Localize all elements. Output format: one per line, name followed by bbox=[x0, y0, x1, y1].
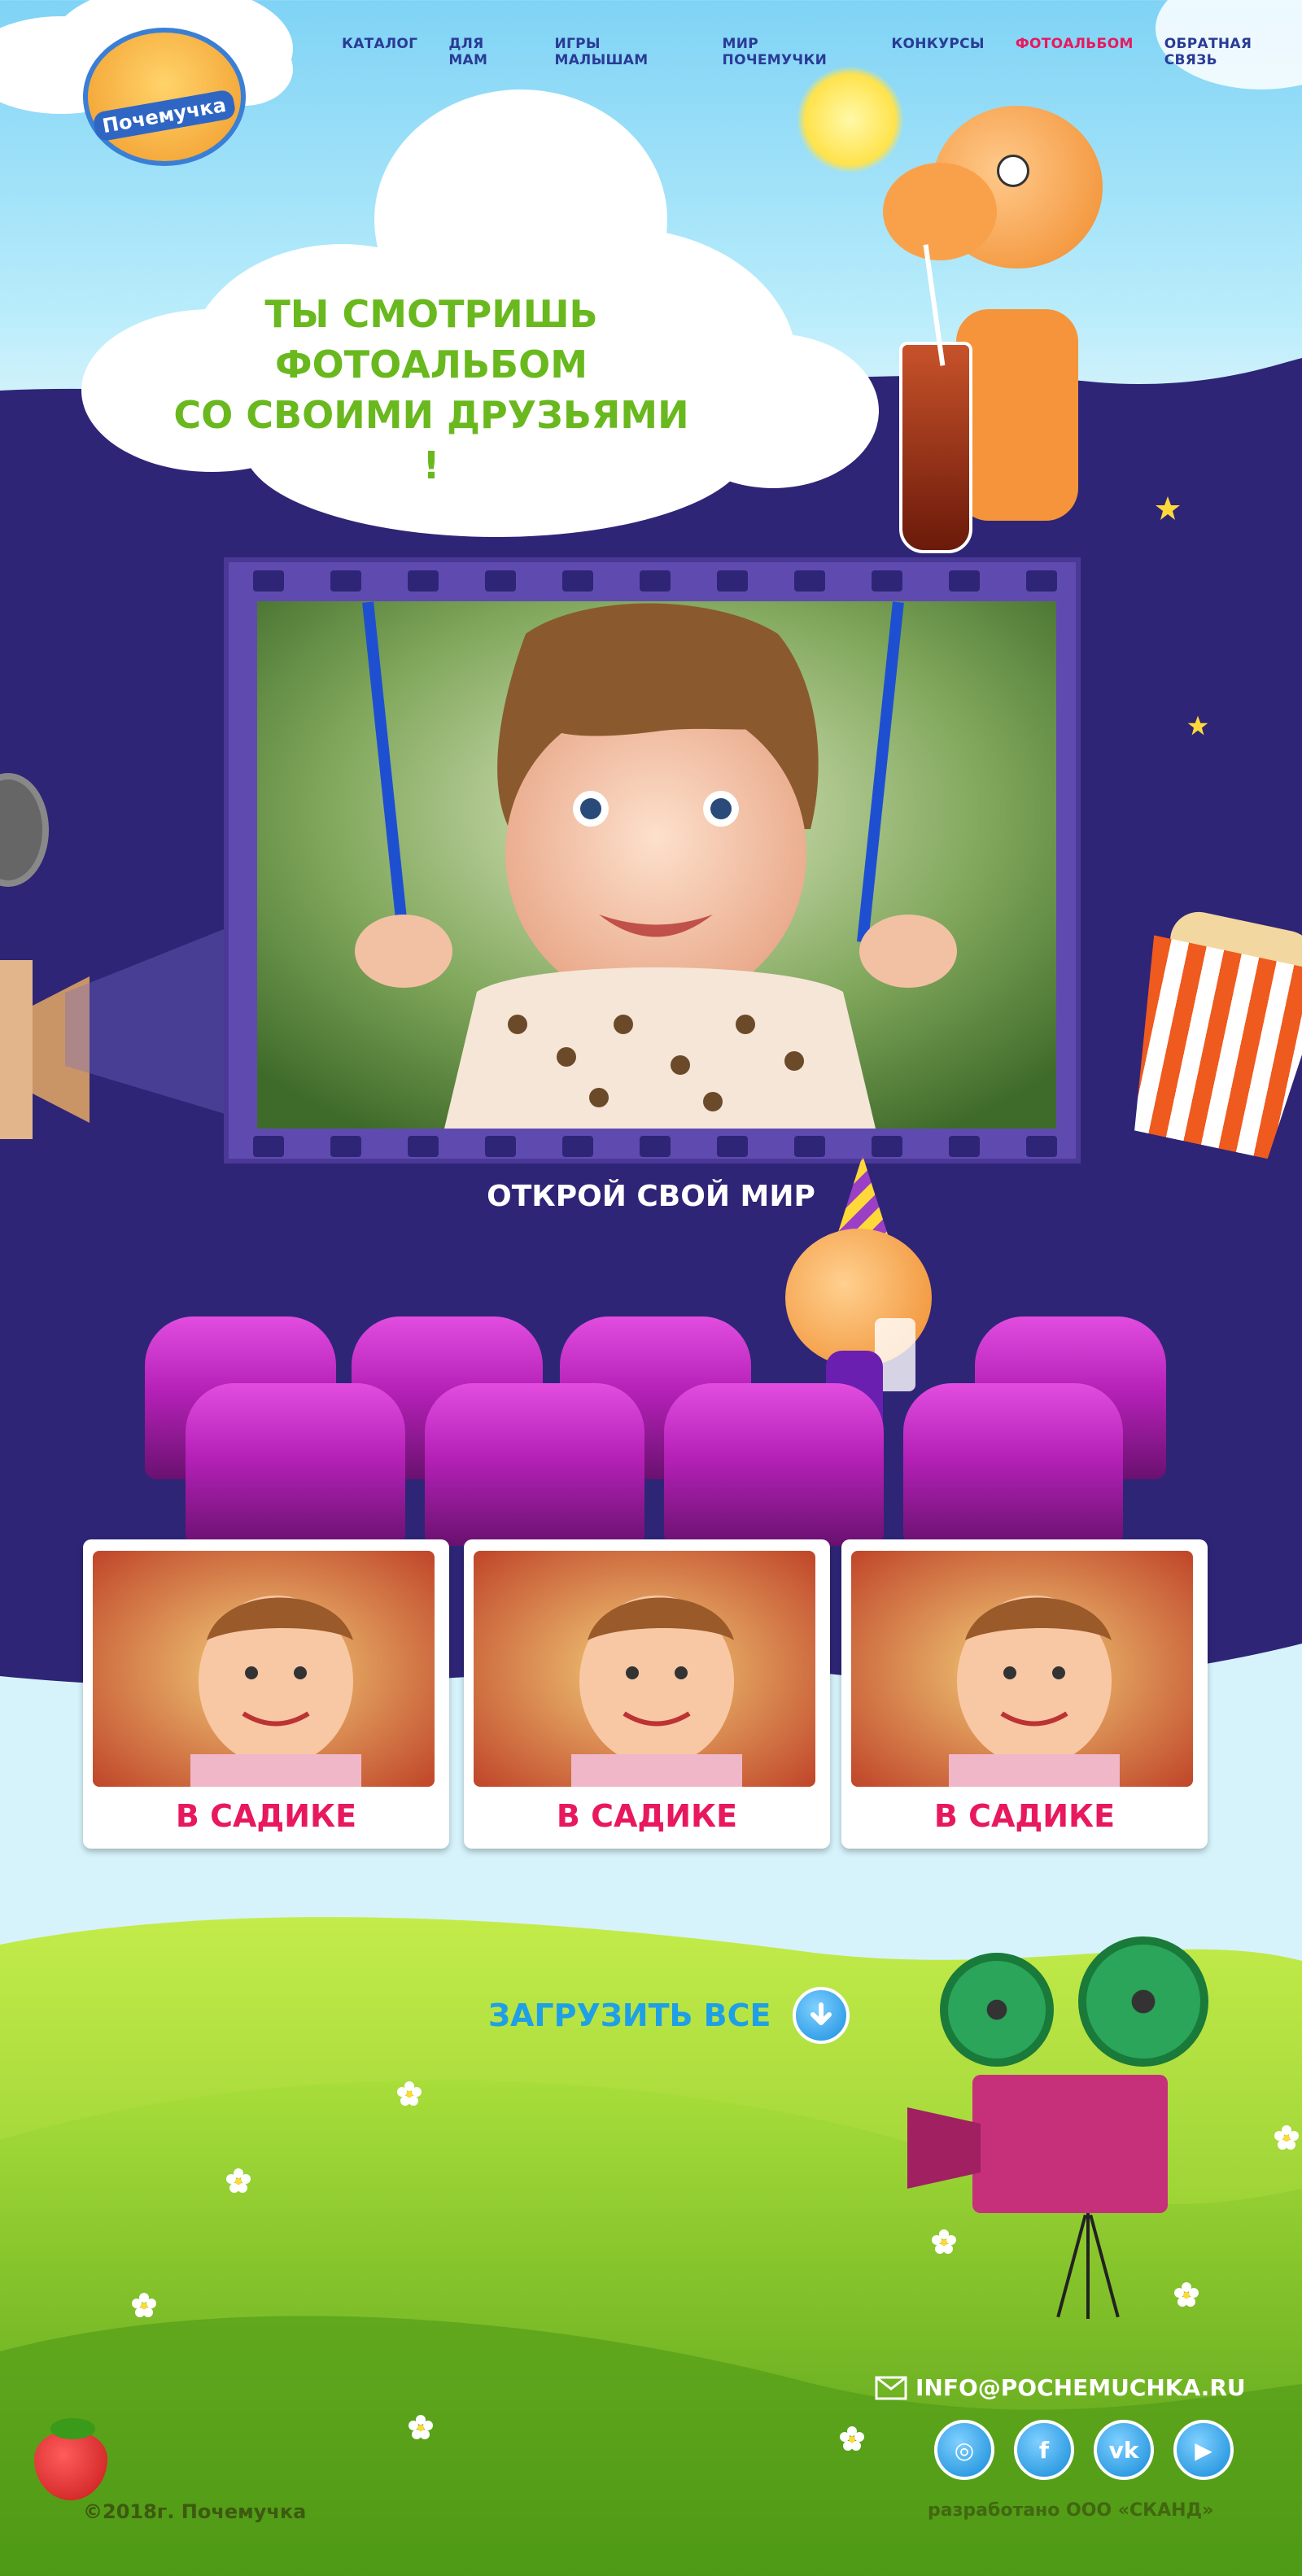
load-all-button[interactable]: ЗАГРУЗИТЬ ВСЕ bbox=[488, 1987, 850, 2044]
vk-icon[interactable]: vk bbox=[1094, 2420, 1154, 2480]
film-sprocket bbox=[1026, 1136, 1057, 1157]
film-sprocket bbox=[640, 570, 671, 592]
mascot-horse-drink bbox=[883, 106, 1127, 578]
film-sprocket bbox=[253, 570, 284, 592]
nav-item-world[interactable]: МИР ПОЧЕМУЧКИ bbox=[723, 36, 861, 68]
nav-item-contests[interactable]: КОНКУРСЫ bbox=[891, 36, 985, 68]
flower-icon bbox=[409, 2415, 433, 2439]
hero-title-line2: СО СВОИМИ ДРУЗЬЯМИ ! bbox=[173, 393, 689, 487]
star-icon bbox=[1187, 715, 1208, 736]
film-sprocket bbox=[330, 1136, 361, 1157]
flower-icon bbox=[397, 2081, 422, 2106]
social-links: ◎ f vk ▶ bbox=[934, 2420, 1234, 2480]
copyright-text: ©2018г. Почемучка bbox=[83, 2500, 307, 2523]
nav-item-feedback[interactable]: ОБРАТНАЯ СВЯЗЬ bbox=[1164, 36, 1302, 68]
film-sprocket bbox=[330, 570, 361, 592]
flower-icon bbox=[132, 2293, 156, 2317]
photo-card-image[interactable] bbox=[93, 1551, 435, 1787]
main-nav: КАТАЛОГ ДЛЯ МАМ ИГРЫ МАЛЫШАМ МИР ПОЧЕМУЧ… bbox=[342, 36, 1302, 68]
film-sprocket bbox=[253, 1136, 284, 1157]
film-sprocket bbox=[562, 570, 593, 592]
hero-title: ТЫ СМОТРИШЬ ФОТОАЛЬБОМ СО СВОИМИ ДРУЗЬЯМ… bbox=[163, 289, 700, 491]
film-sprocket bbox=[408, 570, 439, 592]
youtube-icon[interactable]: ▶ bbox=[1173, 2420, 1234, 2480]
download-arrow-icon[interactable] bbox=[792, 1987, 850, 2044]
moon-icon bbox=[1147, 513, 1288, 670]
flower-icon bbox=[840, 2426, 864, 2451]
load-all-label: ЗАГРУЗИТЬ ВСЕ bbox=[488, 1997, 771, 2033]
photo-card-image[interactable] bbox=[851, 1551, 1193, 1787]
photo-card-caption: В САДИКЕ bbox=[556, 1798, 738, 1834]
film-sprocket bbox=[717, 570, 748, 592]
developer-credit[interactable]: разработано ООО «СКАНД» bbox=[928, 2500, 1213, 2521]
film-sprocket bbox=[485, 1136, 516, 1157]
logo[interactable]: Почемучка bbox=[33, 16, 293, 166]
mascot-party-hat bbox=[777, 1155, 940, 1546]
film-sprocket bbox=[872, 1136, 902, 1157]
nav-item-for-moms[interactable]: ДЛЯ МАМ bbox=[448, 36, 523, 68]
film-sprocket bbox=[949, 1136, 980, 1157]
email-text: INFO@POCHEMUCHKA.RU bbox=[915, 2374, 1246, 2401]
movie-camera bbox=[899, 1936, 1208, 2327]
nav-item-games[interactable]: ИГРЫ МАЛЫШАМ bbox=[554, 36, 691, 68]
film-sprocket bbox=[485, 570, 516, 592]
instagram-icon[interactable]: ◎ bbox=[934, 2420, 994, 2480]
nav-item-photoalbum[interactable]: ФОТОАЛЬБОМ bbox=[1016, 36, 1134, 68]
film-sprocket bbox=[562, 1136, 593, 1157]
photo-card[interactable]: В САДИКЕ bbox=[464, 1539, 830, 1849]
photo-card[interactable]: В САДИКЕ bbox=[83, 1539, 449, 1849]
photo-card-caption: В САДИКЕ bbox=[175, 1798, 357, 1834]
nav-item-catalog[interactable]: КАТАЛОГ bbox=[342, 36, 417, 68]
flower-icon bbox=[226, 2168, 251, 2193]
photo-card-image[interactable] bbox=[474, 1551, 815, 1787]
email-link[interactable]: INFO@POCHEMUCHKA.RU bbox=[875, 2374, 1246, 2401]
film-sprocket bbox=[794, 1136, 825, 1157]
film-sprocket bbox=[949, 570, 980, 592]
film-sprocket bbox=[872, 570, 902, 592]
mail-icon bbox=[875, 2376, 907, 2399]
logo-text: Почемучка bbox=[92, 89, 237, 142]
filmstrip-frame bbox=[224, 557, 1081, 1164]
film-sprocket bbox=[408, 1136, 439, 1157]
strawberry-icon bbox=[26, 2415, 116, 2504]
film-sprocket bbox=[794, 570, 825, 592]
film-sprocket bbox=[640, 1136, 671, 1157]
flower-icon bbox=[1274, 2125, 1299, 2150]
film-sprocket bbox=[717, 1136, 748, 1157]
hero-title-line1: ТЫ СМОТРИШЬ ФОТОАЛЬБОМ bbox=[264, 292, 598, 386]
photo-card[interactable]: В САДИКЕ bbox=[841, 1539, 1208, 1849]
photo-card-caption: В САДИКЕ bbox=[933, 1798, 1116, 1834]
star-icon bbox=[1156, 496, 1180, 520]
film-sprocket bbox=[1026, 570, 1057, 592]
facebook-icon[interactable]: f bbox=[1014, 2420, 1074, 2480]
featured-photo[interactable] bbox=[257, 601, 1056, 1129]
